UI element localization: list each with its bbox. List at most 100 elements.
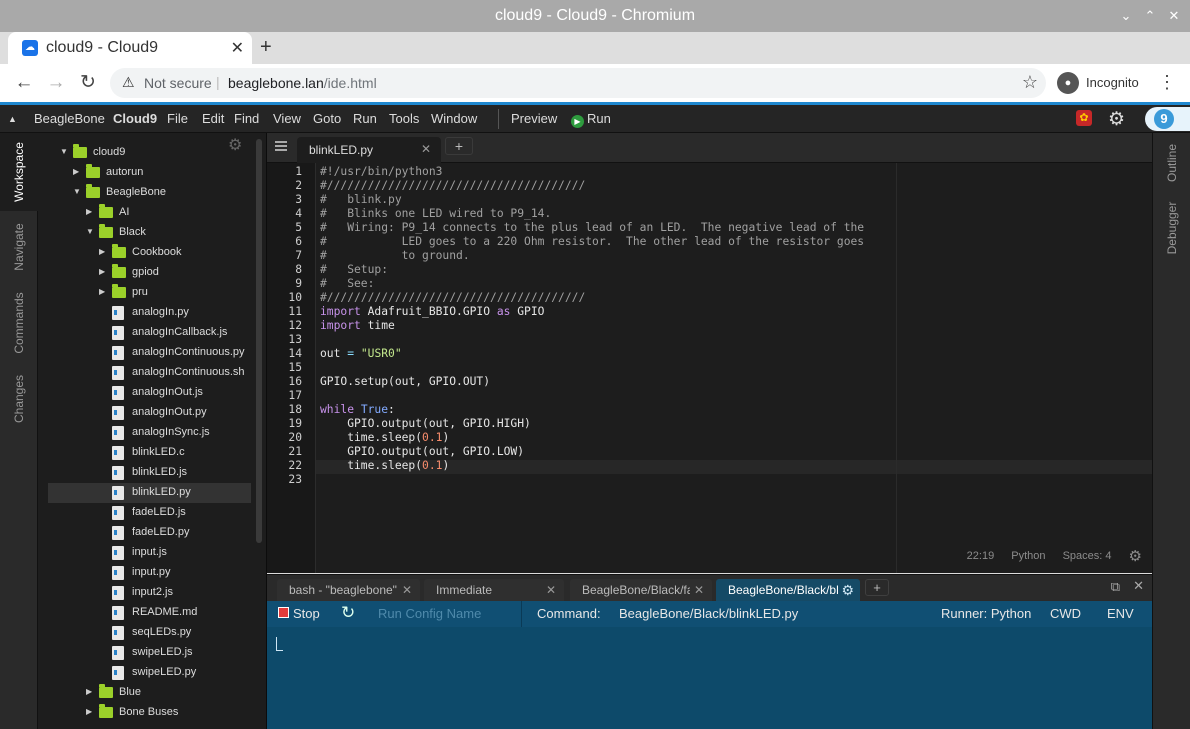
menubar-collapse-icon[interactable]: ▲ [8,114,17,124]
close-console-tab-icon[interactable]: ✕ [694,583,704,597]
menu-find[interactable]: Find [234,111,259,126]
tree-file[interactable]: analogInOut.py [48,403,251,423]
tab-debugger[interactable]: Debugger [1153,193,1190,263]
code-editor[interactable]: 1 2 3 4 5 6 7 8 9 10 11 12 13 14 15 16 17 18 19 20 21 22 23 22… [267,163,1152,573]
close-console-icon[interactable]: ✕ [1133,578,1144,594]
collapse-arrow-icon[interactable]: ▼ [73,187,81,196]
browser-menu-icon[interactable]: ⋮ [1158,72,1176,93]
console-tab-bash[interactable]: bash - "beaglebone" ✕ [277,579,420,602]
maximize-icon[interactable]: ⌃ [1140,6,1160,26]
tree-file[interactable]: input.js [48,543,251,563]
close-window-icon[interactable]: ✕ [1164,6,1184,26]
run-button[interactable]: ▶ Run [571,111,611,128]
expand-arrow-icon[interactable]: ▶ [99,267,105,276]
close-tab-icon[interactable]: ✕ [231,38,244,58]
editor-settings-gear-icon[interactable]: ⚙ [1129,548,1142,565]
expand-arrow-icon[interactable]: ▶ [99,287,105,296]
new-editor-tab-button[interactable]: + [445,137,473,155]
tree-folder[interactable]: ▶ Cookbook [48,243,251,263]
bug-report-icon[interactable]: ✿ [1076,110,1092,126]
bookmark-star-icon[interactable]: ☆ [1022,72,1038,93]
tree-file[interactable]: README.md [48,603,251,623]
settings-gear-icon[interactable]: ⚙ [1108,108,1125,131]
tree-file[interactable]: blinkLED.js [48,463,251,483]
tree-folder[interactable]: ▶ autorun [48,163,251,183]
collapse-arrow-icon[interactable]: ▼ [60,147,68,156]
runner-select[interactable]: Runner: Python [941,606,1031,621]
tree-folder[interactable]: ▶ Blue [48,683,251,703]
reload-icon[interactable]: ↻ [76,71,100,95]
close-console-tab-icon[interactable]: ✕ [546,583,556,597]
tab-outline[interactable]: Outline [1153,133,1190,193]
tree-file[interactable]: swipeLED.py [48,663,251,683]
command-input[interactable]: BeagleBone/Black/blinkLED.py [619,606,798,621]
tree-file[interactable]: analogIn.py [48,303,251,323]
expand-arrow-icon[interactable]: ▶ [86,207,92,216]
env-button[interactable]: ENV [1107,606,1134,621]
tree-folder[interactable]: ▼ BeagleBone [48,183,251,203]
browser-tab[interactable]: ☁ cloud9 - Cloud9 ✕ [8,32,252,64]
new-tab-button[interactable]: + [260,36,272,59]
menu-window[interactable]: Window [431,111,477,126]
tree-file[interactable]: analogInSync.js [48,423,251,443]
console-tab-blinkled[interactable]: BeagleBone/Black/bl ⚙ [716,579,860,602]
tree-file[interactable]: blinkLED.py [48,483,251,503]
tree-folder[interactable]: ▶ AI [48,203,251,223]
tree-folder[interactable]: ▼ cloud9 [48,143,251,163]
tab-list-menu-icon[interactable] [275,141,287,151]
tab-navigate[interactable]: Navigate [0,211,38,283]
maximize-console-icon[interactable]: ⧉ [1111,579,1120,595]
address-bar[interactable]: ⚠ Not secure | beaglebone.lan/ide.html ☆ [110,68,1046,98]
expand-arrow-icon[interactable]: ▶ [86,687,92,696]
indent-setting[interactable]: Spaces: 4 [1063,550,1112,562]
tree-file[interactable]: fadeLED.js [48,503,251,523]
back-icon[interactable]: ← [12,71,36,95]
tab-changes[interactable]: Changes [0,363,38,435]
language-mode[interactable]: Python [1011,550,1045,562]
tree-file[interactable]: input2.js [48,583,251,603]
restart-icon[interactable]: ↻ [341,603,355,623]
menu-tools[interactable]: Tools [389,111,419,126]
menu-cloud9[interactable]: Cloud9 [113,111,157,126]
stop-button[interactable]: Stop [293,606,320,621]
console-tab-immediate[interactable]: Immediate ✕ [424,579,564,602]
tree-file[interactable]: swipeLED.js [48,643,251,663]
tree-file[interactable]: analogInOut.js [48,383,251,403]
preview-button[interactable]: Preview [511,111,557,126]
expand-arrow-icon[interactable]: ▶ [86,707,92,716]
tree-file[interactable]: analogInCallback.js [48,323,251,343]
expand-arrow-icon[interactable]: ▶ [73,167,79,176]
collapse-arrow-icon[interactable]: ▼ [86,227,94,236]
tree-folder[interactable]: ▶ Bone Buses [48,703,251,723]
warning-icon[interactable]: ⚠ [122,74,135,91]
url-text[interactable]: beaglebone.lan/ide.html [228,75,377,91]
menu-edit[interactable]: Edit [202,111,224,126]
forward-icon[interactable]: → [44,71,68,95]
new-console-tab-button[interactable]: + [865,579,889,596]
tree-file[interactable]: analogInContinuous.sh [48,363,251,383]
menu-run[interactable]: Run [353,111,377,126]
tree-file[interactable]: analogInContinuous.py [48,343,251,363]
cloud9-logo-button[interactable]: 9 [1145,107,1190,131]
menu-beaglebone[interactable]: BeagleBone [34,111,105,126]
terminal-output[interactable] [267,627,1152,729]
tree-folder[interactable]: ▶ pru [48,283,251,303]
menu-file[interactable]: File [167,111,188,126]
tree-file[interactable]: fadeLED.py [48,523,251,543]
run-config-name-input[interactable]: Run Config Name [378,606,481,621]
editor-tab-blinkled[interactable]: blinkLED.py ✕ [297,137,441,163]
minimize-icon[interactable]: ⌄ [1116,6,1136,26]
menu-goto[interactable]: Goto [313,111,341,126]
tree-file[interactable]: input.py [48,563,251,583]
cwd-button[interactable]: CWD [1050,606,1081,621]
tree-folder[interactable]: ▶ gpiod [48,263,251,283]
tab-workspace[interactable]: Workspace [0,133,38,211]
expand-arrow-icon[interactable]: ▶ [99,247,105,256]
close-editor-tab-icon[interactable]: ✕ [421,142,431,156]
tab-commands[interactable]: Commands [0,283,38,363]
console-tab-fadeled[interactable]: BeagleBone/Black/fa ✕ [570,579,712,602]
menu-view[interactable]: View [273,111,301,126]
tree-folder[interactable]: ▼ Black [48,223,251,243]
tree-file[interactable]: seqLEDs.py [48,623,251,643]
cursor-position[interactable]: 22:19 [967,550,995,562]
